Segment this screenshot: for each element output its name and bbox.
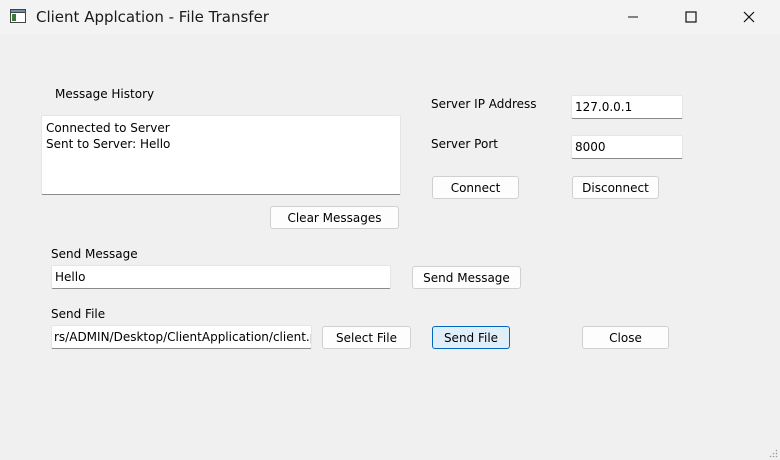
send-message-button[interactable]: Send Message [412, 266, 521, 289]
send-message-label: Send Message [51, 247, 138, 261]
send-file-label: Send File [51, 307, 106, 321]
title-bar: Client Applcation - File Transfer [0, 0, 780, 34]
minimize-icon [628, 16, 638, 18]
file-path-input[interactable]: rs/ADMIN/Desktop/ClientApplication/clien… [51, 325, 312, 349]
connect-button[interactable]: Connect [432, 176, 519, 199]
send-file-button[interactable]: Send File [432, 326, 510, 349]
message-history-box[interactable]: Connected to Server Sent to Server: Hell… [41, 115, 401, 195]
history-line: Connected to Server [46, 121, 170, 135]
server-port-label: Server Port [431, 137, 498, 151]
select-file-button[interactable]: Select File [322, 326, 411, 349]
window-title: Client Applcation - File Transfer [36, 8, 269, 26]
close-button[interactable]: Close [582, 326, 669, 349]
message-input[interactable]: Hello [51, 265, 391, 289]
message-history-label: Message History [55, 87, 155, 101]
minimize-button[interactable] [604, 0, 662, 34]
maximize-icon [685, 11, 697, 23]
client-area: Message History Connected to Server Sent… [0, 34, 780, 460]
server-ip-input[interactable]: 127.0.0.1 [571, 95, 683, 119]
close-window-button[interactable] [720, 0, 778, 34]
disconnect-button[interactable]: Disconnect [572, 176, 659, 199]
server-port-input[interactable]: 8000 [571, 135, 683, 159]
resize-grip-icon[interactable] [768, 448, 778, 458]
history-line: Sent to Server: Hello [46, 137, 171, 151]
clear-messages-button[interactable]: Clear Messages [270, 206, 399, 229]
close-icon [743, 11, 755, 23]
server-ip-label: Server IP Address [431, 97, 537, 111]
app-window-icon [10, 9, 26, 23]
maximize-button[interactable] [662, 0, 720, 34]
